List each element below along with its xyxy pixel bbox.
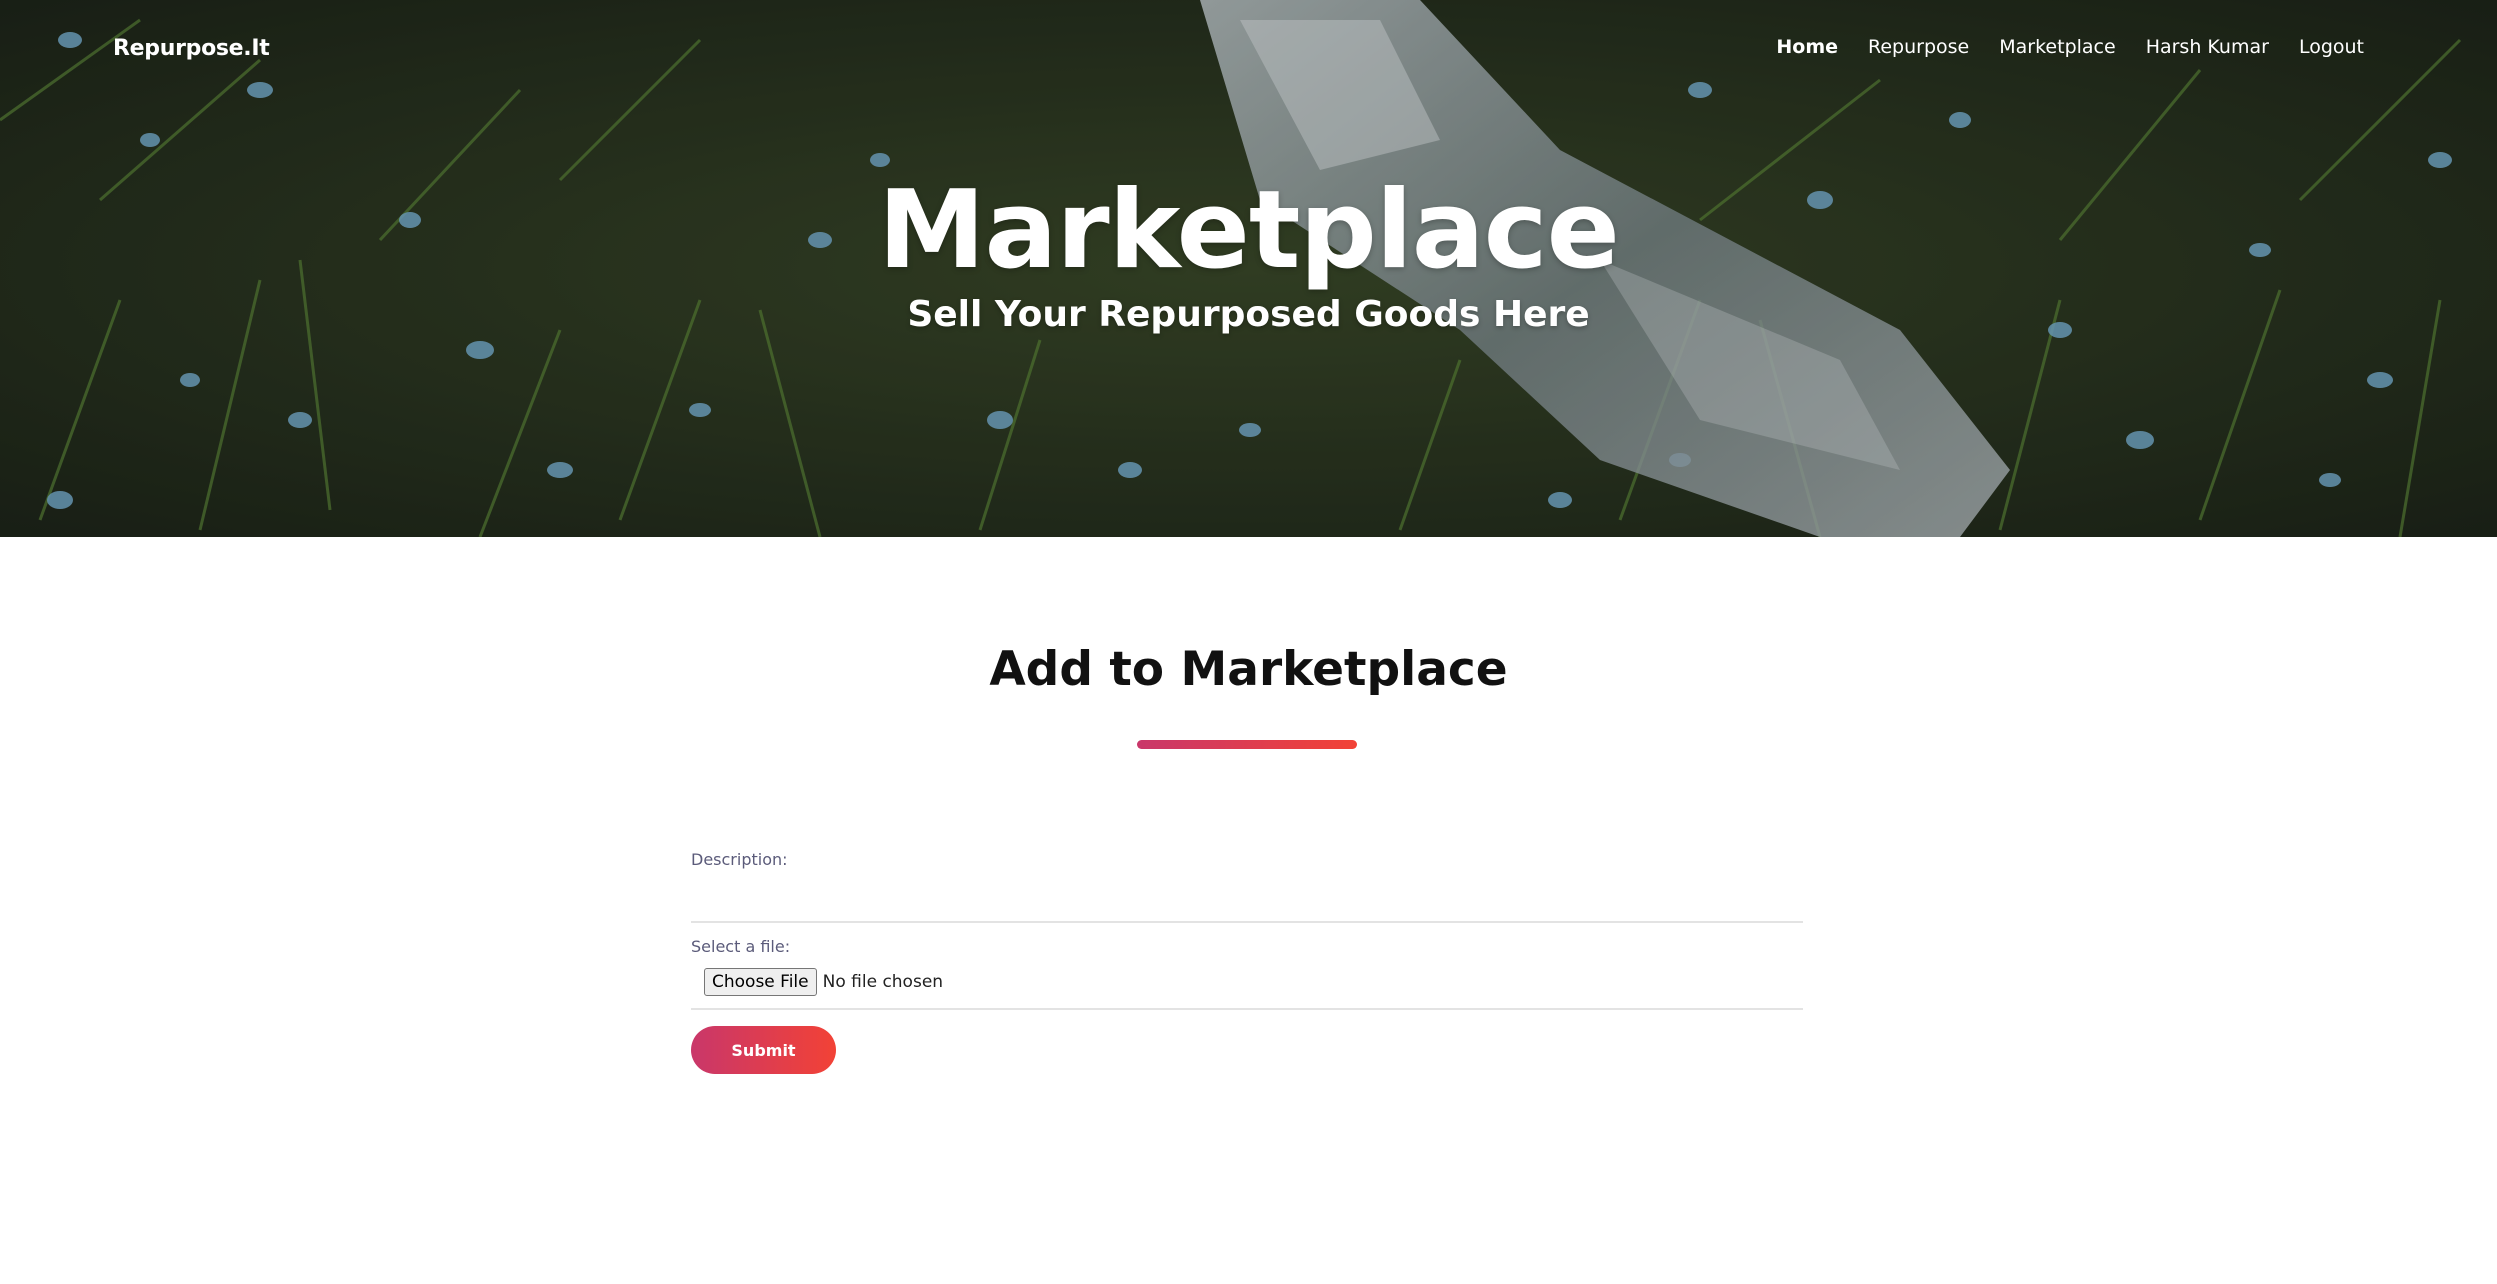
nav-home-link[interactable]: Home: [1776, 36, 1838, 58]
hero-title: Marketplace: [878, 168, 1620, 293]
nav-marketplace-link[interactable]: Marketplace: [1999, 36, 2115, 58]
nav-logout-link[interactable]: Logout: [2299, 36, 2364, 58]
description-label: Description:: [691, 850, 788, 869]
hero-subtitle: Sell Your Repurposed Goods Here: [907, 294, 1590, 335]
submit-button[interactable]: Submit: [691, 1026, 836, 1074]
nav-repurpose-link[interactable]: Repurpose: [1868, 36, 1969, 58]
description-input[interactable]: [691, 873, 1803, 923]
choose-file-button[interactable]: Choose File: [704, 968, 817, 996]
file-picker: Choose File No file chosen: [691, 956, 1803, 1010]
hero-banner: Repurpose.It Home Repurpose Marketplace …: [0, 0, 2497, 537]
marketplace-form: Description: Select a file: Choose File …: [691, 850, 1803, 1074]
title-divider: [1137, 740, 1357, 749]
top-nav: Home Repurpose Marketplace Harsh Kumar L…: [1776, 36, 2364, 58]
nav-user-link[interactable]: Harsh Kumar: [2146, 36, 2269, 58]
file-status-text: No file chosen: [822, 972, 944, 992]
brand-logo[interactable]: Repurpose.It: [113, 36, 270, 61]
file-label: Select a file:: [691, 937, 791, 956]
section-title: Add to Marketplace: [989, 642, 1508, 697]
